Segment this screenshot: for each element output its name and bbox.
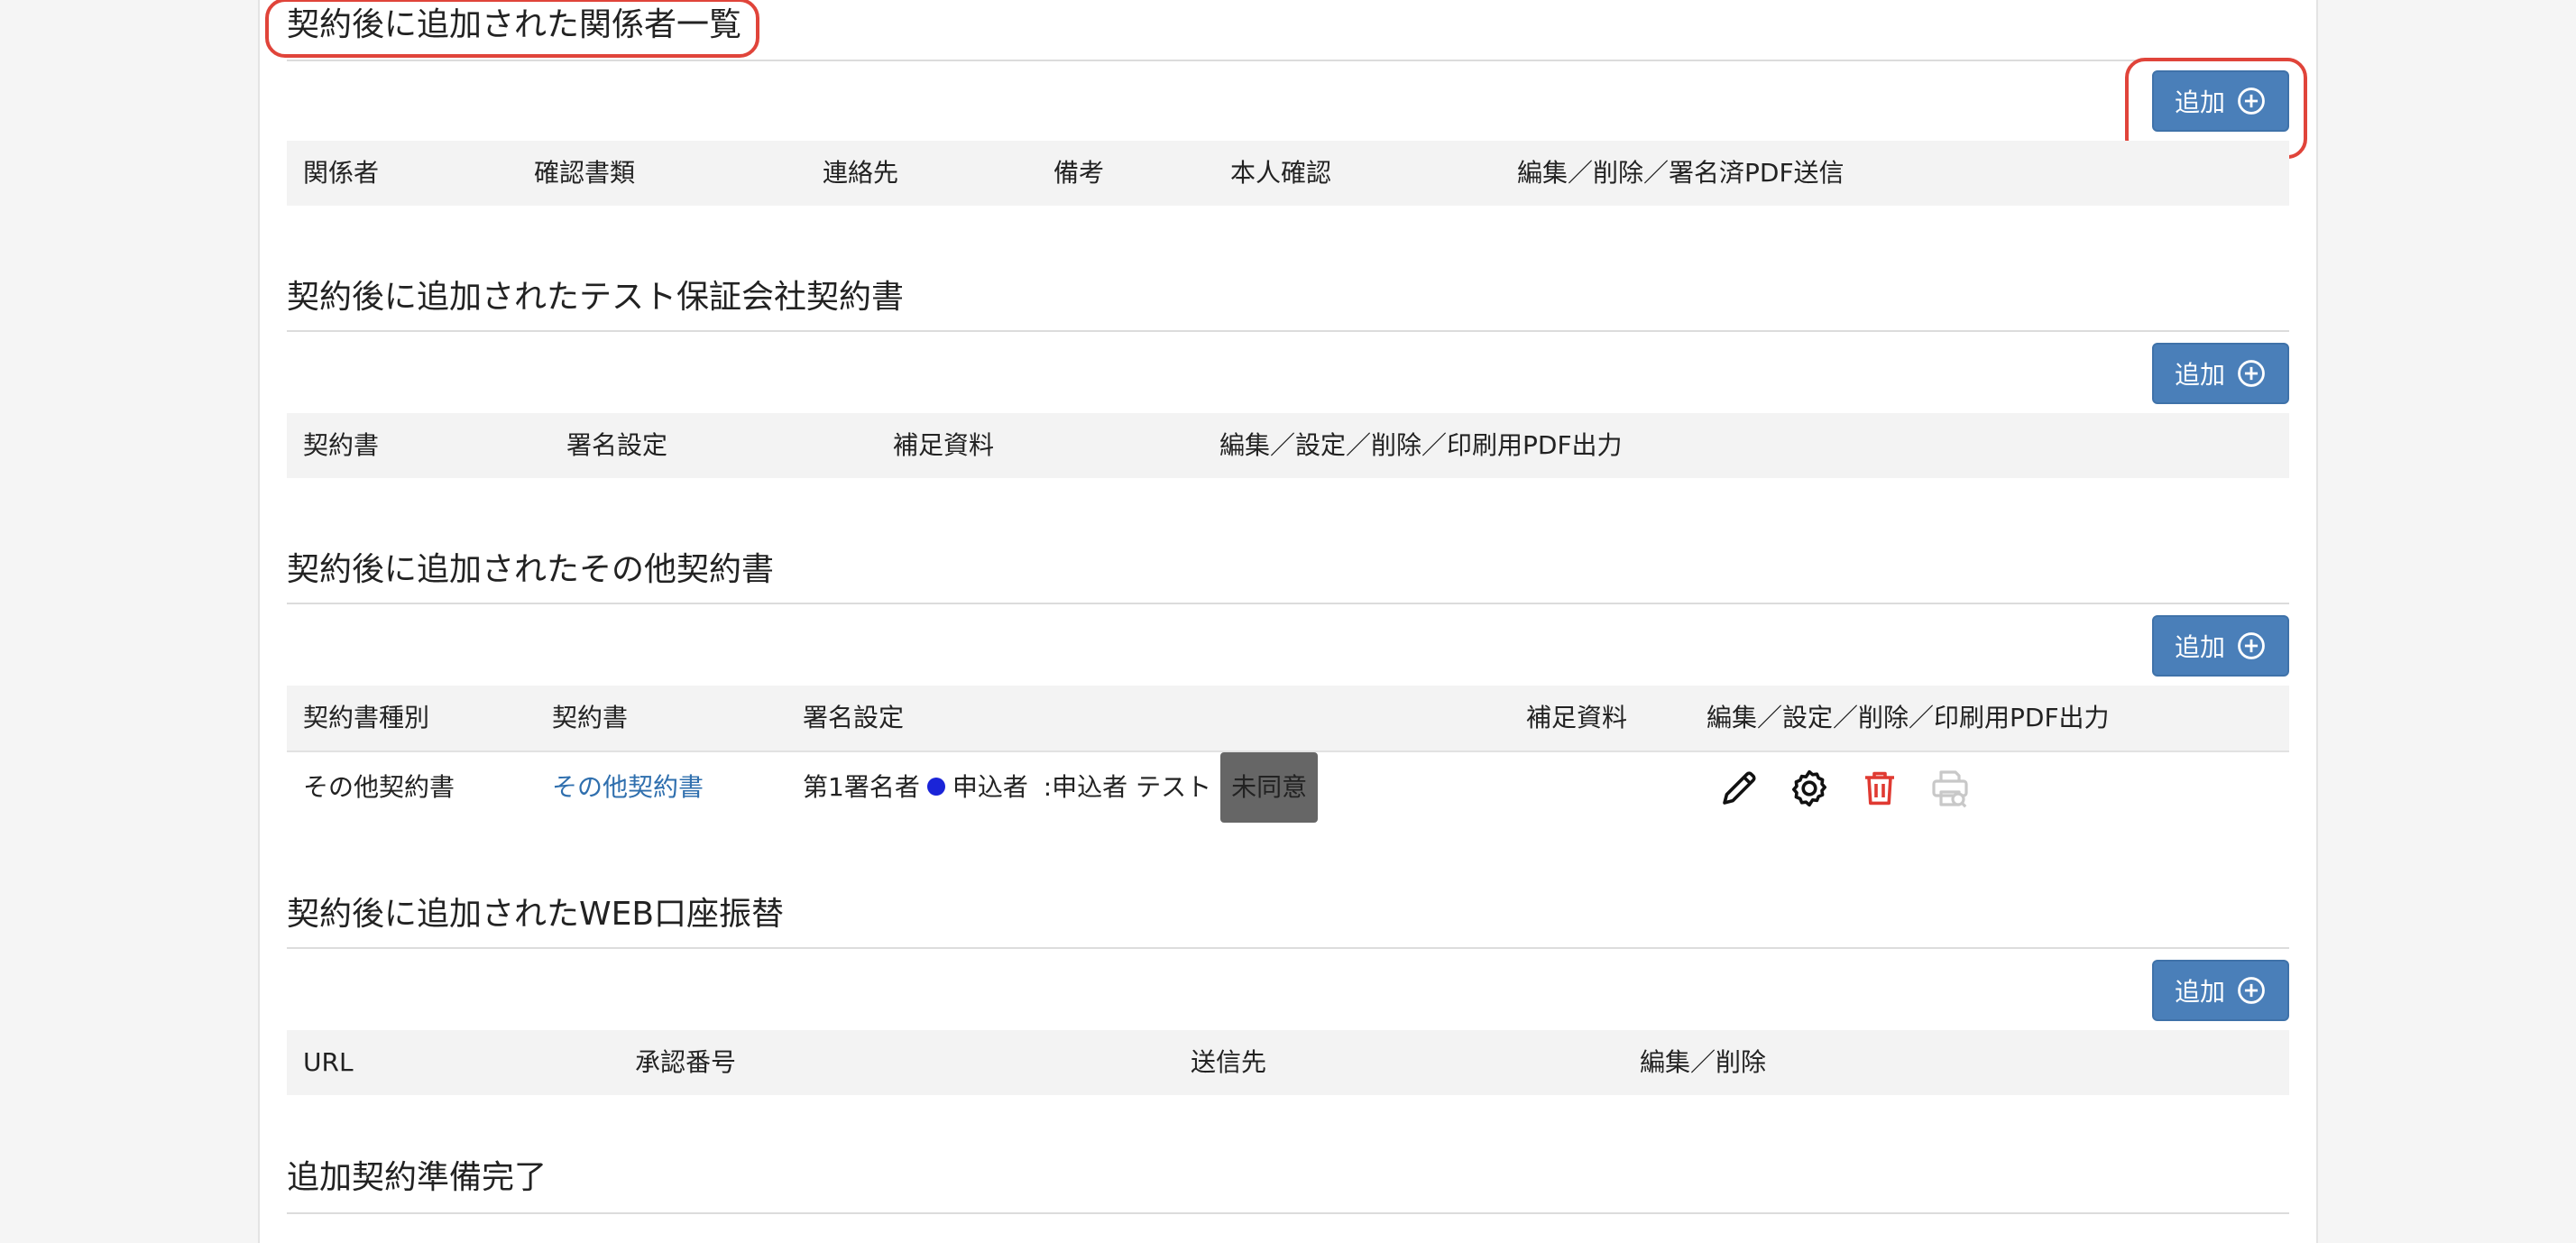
column-header: 署名設定 [566,430,668,460]
web-transfer-table-header: URL 承認番号 送信先 編集／削除 [287,1030,2289,1095]
add-button-label: 追加 [2174,87,2225,117]
add-button-label: 追加 [2174,977,2225,1007]
web-transfer-section: 契約後に追加されたWEB口座振替 追加 URL 承認番号 送信先 編集／削除 [287,895,2289,1095]
parties-add-button[interactable]: 追加 [2152,70,2289,132]
edit-icon[interactable] [1717,767,1761,810]
column-header: 編集／設定／削除／印刷用PDF出力 [1219,430,1623,460]
signer-name: :申込者 テスト [1043,772,1212,802]
column-header: 送信先 [1191,1047,1267,1077]
other-contracts-table-header: 契約書種別 契約書 署名設定 補足資料 編集／設定／削除／印刷用PDF出力 [287,686,2289,750]
status-dot-icon [926,778,945,796]
column-header: 確認書類 [534,158,636,188]
other-contracts-add-button[interactable]: 追加 [2152,615,2289,677]
column-header: 本人確認 [1230,158,1332,188]
signer-order: 第1署名者 [803,772,920,802]
guarantor-title: 契約後に追加されたテスト保証会社契約書 [287,278,2289,332]
column-header: 備考 [1053,158,1105,188]
plus-circle-icon [2238,360,2265,387]
web-transfer-title: 契約後に追加されたWEB口座振替 [287,895,2289,949]
signer-role: 申込者 [952,772,1028,802]
column-header: 補足資料 [1526,703,1628,732]
column-header: 編集／削除／署名済PDF送信 [1517,158,1845,188]
column-header: 連絡先 [823,158,899,188]
add-button-label: 追加 [2174,632,2225,662]
signer-cell: 第1署名者 申込者 :申込者 テスト 未同意 [803,752,1319,823]
other-contracts-title: 契約後に追加されたその他契約書 [287,550,2289,604]
guarantor-section: 契約後に追加されたテスト保証会社契約書 追加 契約書 署名設定 補足資料 編集／… [287,278,2289,478]
parties-section: 契約後に追加された関係者一覧 追加 関係者 確認書類 連絡先 備考 本人確認 編… [265,0,2307,206]
title-highlight [265,0,759,58]
settings-icon[interactable] [1788,767,1831,810]
table-row: その他契約書 その他契約書 第1署名者 申込者 :申込者 テスト 未同意 [287,750,2289,824]
ready-title: 追加契約準備完了 [287,1158,2289,1214]
add-button-label: 追加 [2174,360,2225,390]
status-badge: 未同意 [1220,752,1319,823]
guarantor-add-button[interactable]: 追加 [2152,343,2289,404]
column-header: 編集／削除 [1640,1047,1767,1077]
guarantor-table-header: 契約書 署名設定 補足資料 編集／設定／削除／印刷用PDF出力 [287,413,2289,478]
plus-circle-icon [2238,977,2265,1004]
print-pdf-icon[interactable] [1928,767,1972,810]
column-header: 署名設定 [803,703,905,732]
column-header: 編集／設定／削除／印刷用PDF出力 [1707,703,2110,732]
column-header: 契約書 [303,430,380,460]
plus-circle-icon [2238,87,2265,115]
column-header: 契約書 [552,703,629,732]
column-header: 承認番号 [635,1047,737,1077]
ready-section: 追加契約準備完了 [287,1158,2289,1214]
contract-type-cell: その他契約書 [303,772,455,802]
column-header: 契約書種別 [303,703,430,732]
column-header: URL [303,1047,354,1077]
parties-table-header: 関係者 確認書類 連絡先 備考 本人確認 編集／削除／署名済PDF送信 [287,141,2289,206]
plus-circle-icon [2238,632,2265,659]
column-header: 補足資料 [893,430,995,460]
other-contracts-section: 契約後に追加されたその他契約書 追加 契約書種別 契約書 署名設定 補足資料 編… [287,550,2289,823]
web-transfer-add-button[interactable]: 追加 [2152,960,2289,1021]
delete-icon[interactable] [1858,767,1901,810]
column-header: 関係者 [303,158,380,188]
contract-link[interactable]: その他契約書 [552,752,704,823]
